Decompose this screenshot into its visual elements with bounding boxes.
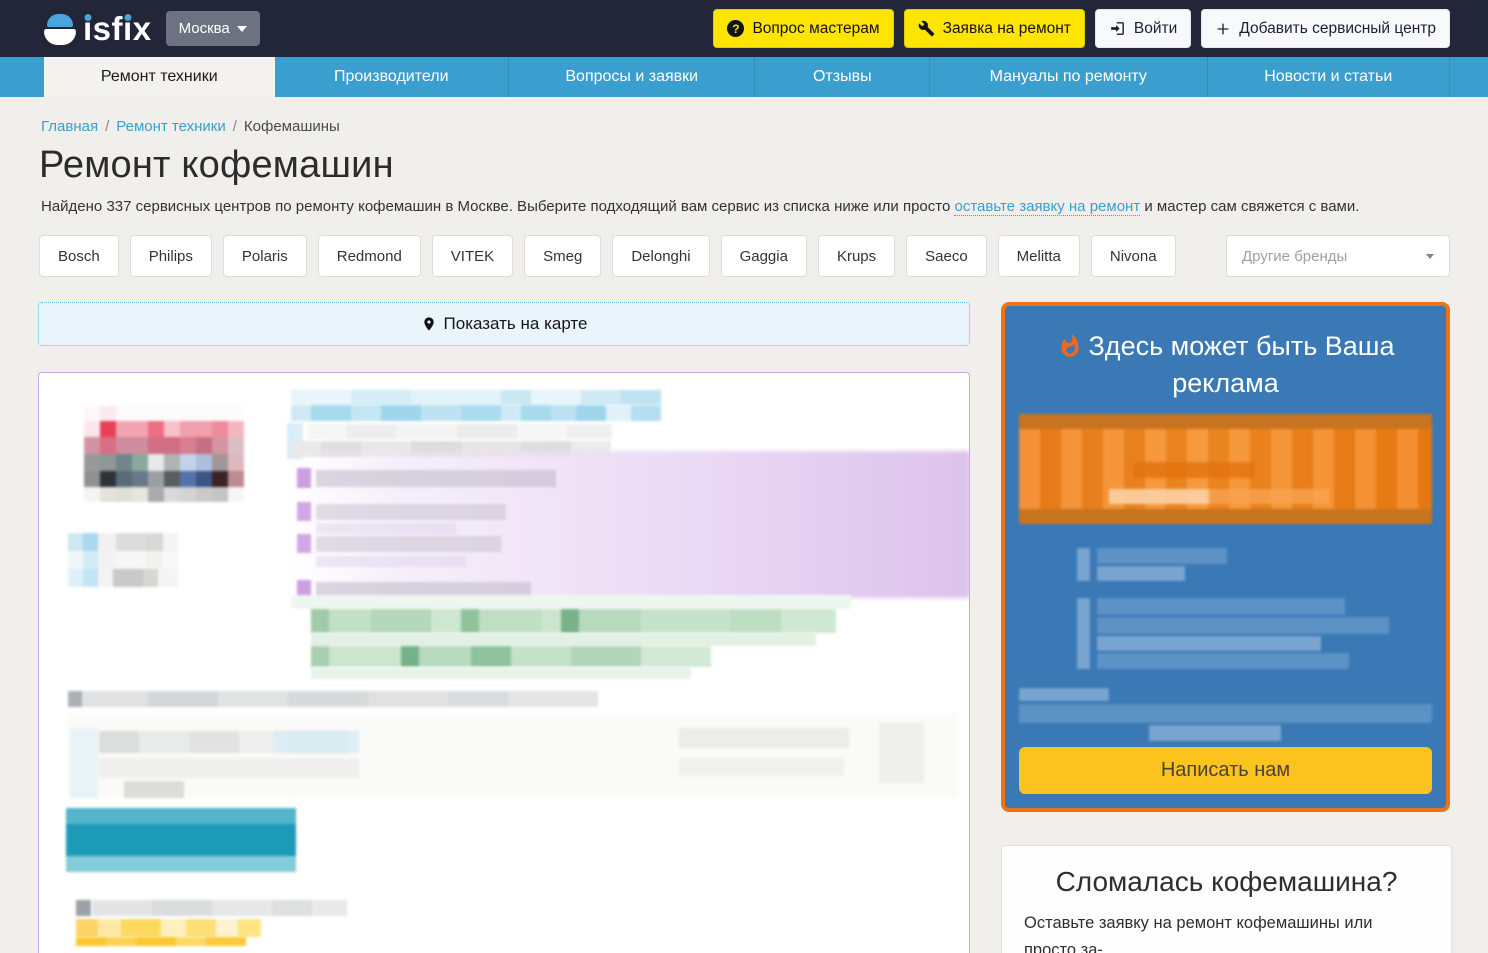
brand-redmond[interactable]: Redmond: [318, 235, 421, 277]
tab-manufacturers[interactable]: Производители: [275, 57, 510, 97]
blurred-line: [307, 424, 612, 439]
login-button[interactable]: Войти: [1095, 9, 1191, 48]
blurred-star-rating-2: [76, 937, 246, 946]
logo-text: ısfıx: [83, 12, 152, 45]
blurred-line: [316, 556, 466, 567]
add-service-center-button[interactable]: Добавить сервисный центр: [1201, 9, 1450, 48]
blurred-info-block: [68, 533, 178, 587]
brand-krups[interactable]: Krups: [818, 235, 895, 277]
page-title: Ремонт кофемашин: [39, 144, 1450, 187]
tab-reviews[interactable]: Отзывы: [755, 57, 930, 97]
blurred-table-zone: [68, 713, 958, 798]
brand-gaggia[interactable]: Gaggia: [721, 235, 807, 277]
tab-manuals[interactable]: Мануалы по ремонту: [930, 57, 1207, 97]
brand-philips[interactable]: Philips: [130, 235, 212, 277]
brand-saeco[interactable]: Saeco: [906, 235, 987, 277]
login-icon: [1109, 20, 1126, 37]
ask-masters-button[interactable]: Вопрос мастерам: [713, 9, 893, 48]
ad-box: Здесь может быть Ваша реклама: [1001, 302, 1450, 812]
blurred-ad-banner: [1019, 414, 1432, 524]
tab-repair[interactable]: Ремонт техники: [44, 57, 275, 97]
repair-request-button[interactable]: Заявка на ремонт: [904, 9, 1085, 48]
city-selector[interactable]: Москва: [166, 11, 260, 46]
chevron-down-icon: [237, 26, 247, 32]
blurred-bullet: [297, 502, 311, 521]
blurred-line: [316, 504, 506, 520]
isfix-logo-icon: [44, 13, 76, 45]
top-bar: ısfıx Москва Вопрос мастерам Заявка на р…: [0, 0, 1488, 57]
blurred-green-row: [311, 633, 816, 646]
contact-us-button[interactable]: Написать нам: [1019, 747, 1432, 794]
brand-vitek[interactable]: VITEK: [432, 235, 513, 277]
brand-bosch[interactable]: Bosch: [39, 235, 119, 277]
blurred-company-title-2: [291, 405, 661, 421]
brand-polaris[interactable]: Polaris: [223, 235, 307, 277]
blurred-cell: [124, 781, 184, 798]
breadcrumb-current: Кофемашины: [244, 118, 340, 135]
blurred-green-row: [291, 595, 851, 609]
tab-questions[interactable]: Вопросы и заявки: [509, 57, 755, 97]
blurred-cell: [679, 758, 844, 776]
intro-text: Найдено 337 сервисных центров по ремонту…: [41, 198, 1450, 215]
flame-icon: [1057, 333, 1083, 367]
blurred-company-logo: [84, 406, 244, 499]
breadcrumb: Главная/Ремонт техники/Кофемашины: [41, 118, 1450, 135]
brand-delonghi[interactable]: Delonghi: [612, 235, 709, 277]
logo[interactable]: ısfıx: [44, 12, 152, 45]
blurred-line: [316, 523, 456, 534]
blurred-ad-text: [1019, 538, 1432, 750]
brand-melitta[interactable]: Melitta: [998, 235, 1080, 277]
service-listing-card[interactable]: [38, 372, 970, 953]
blurred-green-row: [311, 609, 836, 633]
tab-news[interactable]: Новости и статьи: [1208, 57, 1450, 97]
breadcrumb-repair[interactable]: Ремонт техники: [116, 118, 225, 135]
request-card-text: Оставьте заявку на ремонт кофемашины или…: [1024, 910, 1429, 953]
wrench-icon: [918, 20, 935, 37]
brand-filter-row: Bosch Philips Polaris Redmond VITEK Smeg…: [39, 235, 1450, 277]
request-card-title: Сломалась кофемашина?: [1024, 866, 1429, 898]
show-on-map-button[interactable]: Показать на карте: [38, 302, 970, 346]
blurred-description-line: [68, 691, 598, 707]
request-card: Сломалась кофемашина? Оставьте заявку на…: [1001, 845, 1452, 953]
blurred-green-row: [311, 667, 691, 679]
breadcrumb-home[interactable]: Главная: [41, 118, 98, 135]
blurred-phone-button: [66, 808, 296, 872]
blurred-company-title: [291, 390, 661, 405]
blurred-bullet: [297, 468, 311, 488]
chevron-down-icon: [1426, 254, 1434, 259]
blurred-star-rating: [76, 919, 261, 937]
blurred-bullet: [297, 534, 311, 553]
blurred-green-row: [311, 646, 711, 667]
plus-icon: [1215, 21, 1231, 37]
main-nav: Ремонт техники Производители Вопросы и з…: [0, 57, 1488, 97]
blurred-cell: [879, 723, 924, 783]
map-pin-icon: [421, 315, 437, 333]
ad-title: Здесь может быть Ваша реклама: [1005, 330, 1446, 400]
brand-nivona[interactable]: Nivona: [1091, 235, 1176, 277]
leave-request-link[interactable]: оставьте заявку на ремонт: [954, 198, 1140, 216]
other-brands-dropdown[interactable]: Другие бренды: [1226, 235, 1450, 277]
city-label: Москва: [179, 20, 230, 37]
blurred-cell: [99, 758, 359, 778]
question-circle-icon: [727, 20, 744, 37]
blurred-line: [316, 536, 501, 552]
blurred-line: [316, 470, 556, 487]
blurred-cell: [274, 731, 359, 753]
brand-smeg[interactable]: Smeg: [524, 235, 601, 277]
blurred-review-line: [92, 900, 347, 916]
blurred-cell: [70, 728, 98, 798]
blurred-cell: [679, 728, 849, 748]
blurred-review-icon: [76, 900, 91, 916]
